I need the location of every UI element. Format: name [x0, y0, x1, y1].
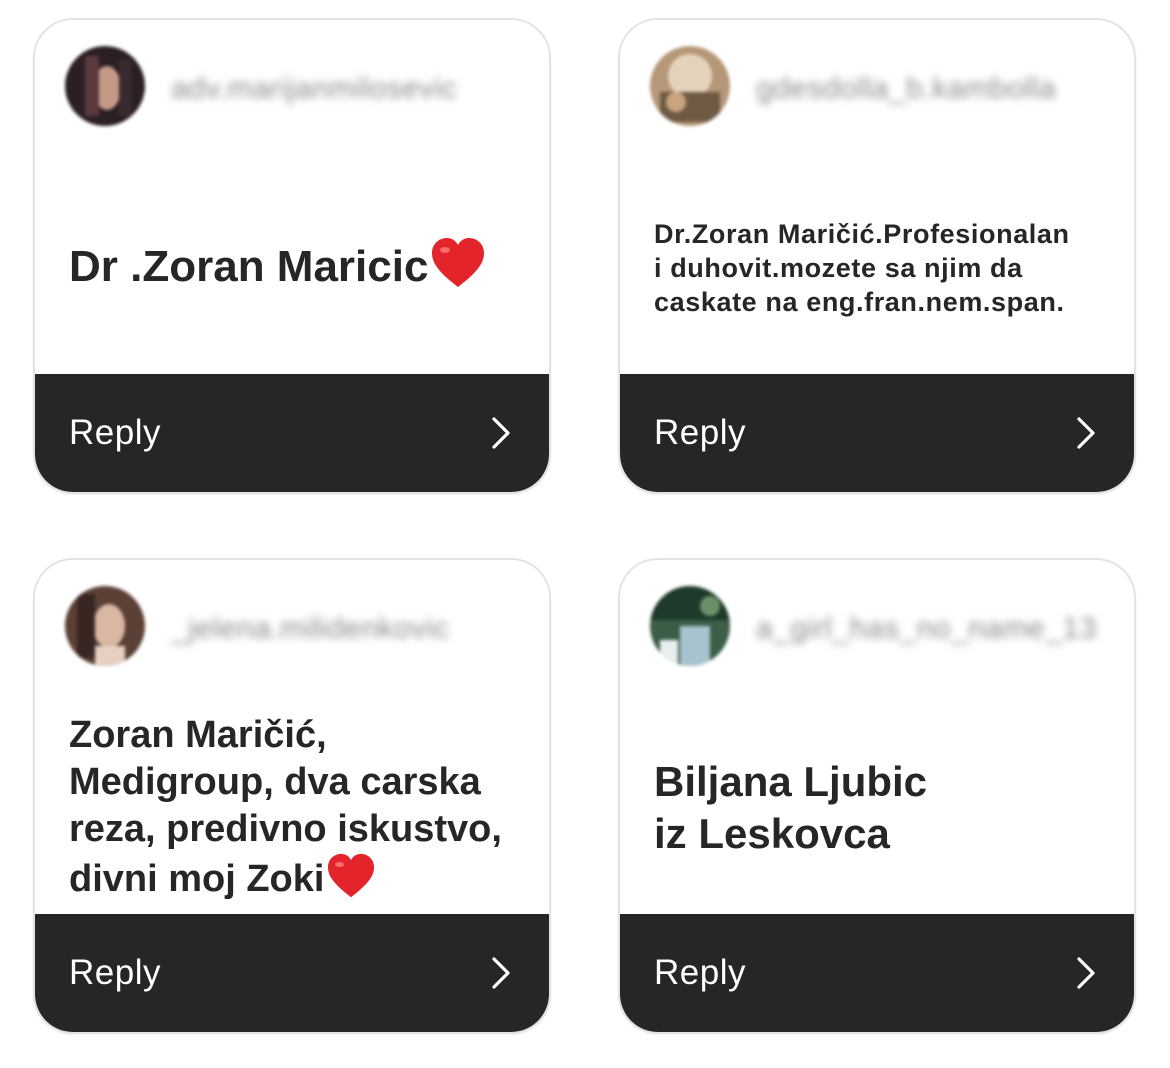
avatar[interactable] — [650, 586, 730, 666]
chevron-right-icon — [492, 957, 510, 989]
card-header: gdesdolla_b.kambolla — [620, 20, 1134, 160]
comment-text: Zoran Maričić, Medigroup, dva carska rez… — [69, 700, 521, 916]
avatar[interactable] — [650, 46, 730, 126]
comment-card: adv.marijanmilosevic Dr .Zoran Maricic R… — [33, 18, 551, 494]
reply-label: Reply — [69, 953, 161, 992]
comment-text-content: Zoran Maričić, Medigroup, dva carska rez… — [69, 713, 502, 900]
comment-text: Dr.Zoran Maričić.Profesionalan i duhovit… — [654, 160, 1106, 376]
reply-button[interactable]: Reply — [620, 374, 1134, 492]
reply-button[interactable]: Reply — [35, 914, 549, 1032]
comment-text: Biljana Ljubic iz Leskovca — [654, 700, 1106, 916]
chevron-right-icon — [492, 417, 510, 449]
comment-text-content: Dr.Zoran Maričić.Profesionalan i duhovit… — [654, 219, 1070, 317]
username[interactable]: gdesdolla_b.kambolla — [756, 72, 1056, 106]
username[interactable]: adv.marijanmilosevic — [171, 72, 457, 106]
reply-button[interactable]: Reply — [620, 914, 1134, 1032]
comment-card: a_girl_has_no_name_13 Biljana Ljubic iz … — [618, 558, 1136, 1034]
card-header: a_girl_has_no_name_13 — [620, 560, 1134, 700]
reply-button[interactable]: Reply — [35, 374, 549, 492]
comment-text-content: Biljana Ljubic iz Leskovca — [654, 758, 928, 857]
comment-card: gdesdolla_b.kambolla Dr.Zoran Maričić.Pr… — [618, 18, 1136, 494]
comment-card: _jelena.milidenkovic Zoran Maričić, Medi… — [33, 558, 551, 1034]
username[interactable]: a_girl_has_no_name_13 — [756, 612, 1097, 646]
heart-emoji-icon — [430, 237, 486, 300]
card-header: _jelena.milidenkovic — [35, 560, 549, 700]
chevron-right-icon — [1077, 417, 1095, 449]
reply-label: Reply — [69, 413, 161, 452]
avatar[interactable] — [65, 586, 145, 666]
comment-text-content: Dr .Zoran Maricic — [69, 241, 429, 291]
heart-emoji-icon — [326, 853, 376, 911]
username[interactable]: _jelena.milidenkovic — [171, 612, 449, 646]
avatar[interactable] — [65, 46, 145, 126]
card-header: adv.marijanmilosevic — [35, 20, 549, 160]
chevron-right-icon — [1077, 957, 1095, 989]
reply-label: Reply — [654, 953, 746, 992]
reply-label: Reply — [654, 413, 746, 452]
comment-text: Dr .Zoran Maricic — [69, 160, 521, 376]
